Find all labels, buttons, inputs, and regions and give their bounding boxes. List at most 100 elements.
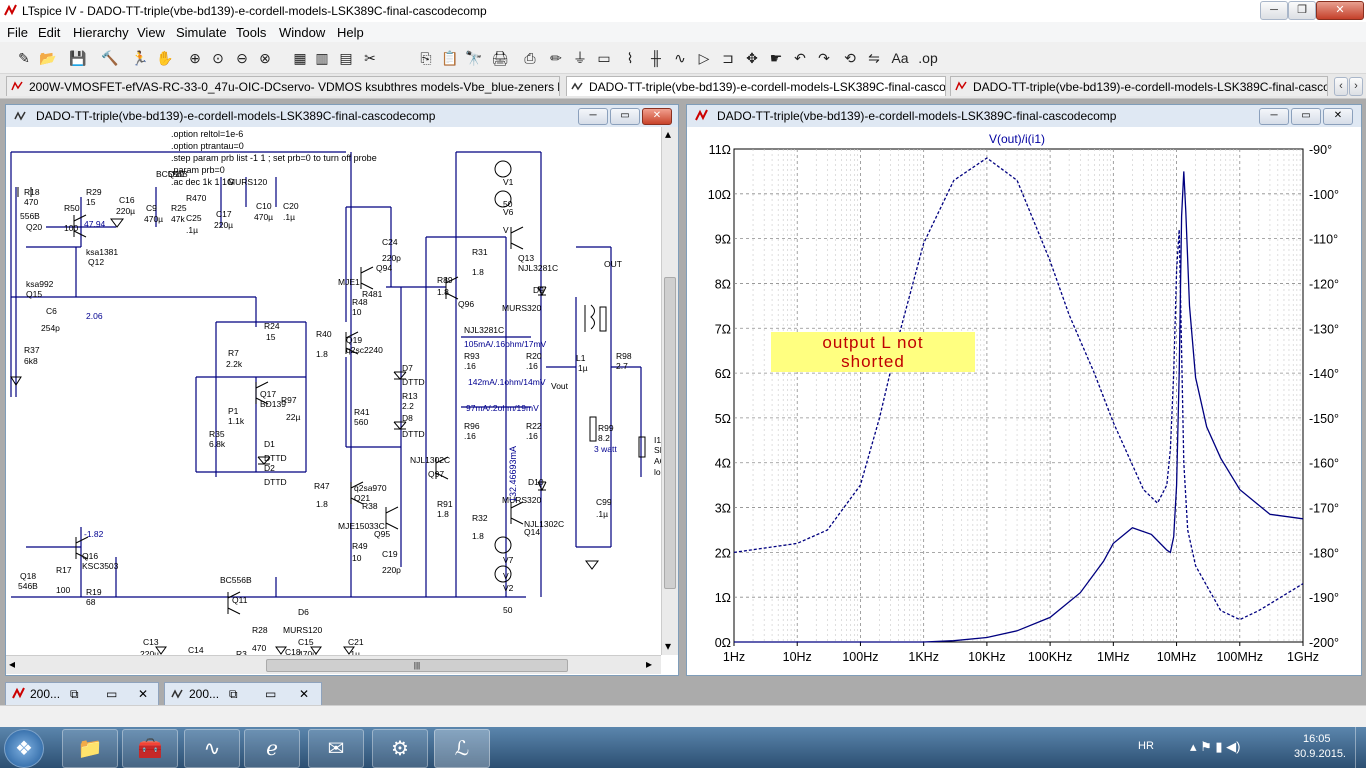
component-label[interactable]: 470µ <box>144 214 163 224</box>
component-label[interactable]: R98 <box>616 351 632 361</box>
component-label[interactable]: 15 <box>266 332 276 342</box>
component-label[interactable]: 15 <box>86 197 96 207</box>
tab-dado-schematic[interactable]: DADO-TT-triple(vbe-bd139)-e-cordell-mode… <box>566 76 946 96</box>
component-label[interactable]: R50 <box>64 203 80 213</box>
waveform-minimize-button[interactable]: ─ <box>1259 108 1289 125</box>
component-label[interactable]: P1 <box>228 406 239 416</box>
component-label[interactable]: Q10 <box>168 169 184 179</box>
open-icon[interactable]: 📂 <box>38 48 58 68</box>
mini-restore-button[interactable]: ⧉ <box>70 683 79 705</box>
component-label[interactable]: 220µ <box>116 206 135 216</box>
component-label[interactable]: 1.8 <box>316 349 328 359</box>
tab-200w-vmosfet[interactable]: 200W-VMOSFET-efVAS-RC-33-0_47u-OIC-DCser… <box>6 76 560 96</box>
explorer-icon[interactable]: 📁 <box>62 729 118 768</box>
schematic-minimize-button[interactable]: ─ <box>578 108 608 125</box>
component-label[interactable]: R99 <box>598 423 614 433</box>
component-label[interactable]: 10 <box>352 307 362 317</box>
component-label[interactable]: R28 <box>252 625 268 635</box>
component-label[interactable]: R7 <box>228 348 239 358</box>
component-label[interactable]: C9 <box>146 203 157 213</box>
component-label[interactable]: C25 <box>186 213 202 223</box>
component-label[interactable]: D1 <box>264 439 275 449</box>
component-label[interactable]: R38 <box>362 501 378 511</box>
component-label[interactable]: lo <box>654 467 661 477</box>
component-label[interactable]: C24 <box>382 237 398 247</box>
component-label[interactable]: C14 <box>188 645 204 655</box>
component-label[interactable]: 68 <box>86 597 96 607</box>
schematic-close-button[interactable]: ✕ <box>642 108 672 125</box>
component-label[interactable]: KSC3503 <box>82 561 119 571</box>
oscilloscope-icon[interactable]: ∿ <box>184 729 240 768</box>
component-label[interactable]: 1.8 <box>472 267 484 277</box>
component-label[interactable]: R89 <box>437 275 453 285</box>
wire-icon[interactable]: ✏ <box>546 48 566 68</box>
component-label[interactable]: 50 <box>503 605 513 615</box>
component-label[interactable]: D9 <box>533 285 544 295</box>
component-label[interactable]: Q19 <box>346 335 362 345</box>
hscroll-thumb[interactable]: ||| <box>266 659 568 672</box>
component-label[interactable]: BC556B <box>220 575 252 585</box>
component-label[interactable]: 546B <box>18 581 38 591</box>
component-label[interactable]: C15 <box>298 637 314 647</box>
component-label[interactable]: C6 <box>46 306 57 316</box>
schematic-vscrollbar[interactable]: ▴ ▾ <box>661 127 678 655</box>
run-icon[interactable]: 🏃 <box>130 48 150 68</box>
redo-icon[interactable]: ↷ <box>814 48 834 68</box>
component-label[interactable]: q2sc2240 <box>346 345 383 355</box>
component-label[interactable]: Vout <box>551 381 569 391</box>
tab-dado-waveform[interactable]: DADO-TT-triple(vbe-bd139)-e-cordell-mode… <box>950 76 1328 96</box>
outlook-icon[interactable]: ✉ <box>308 729 364 768</box>
mini-restore-button[interactable]: ⧉ <box>229 683 238 705</box>
component-label[interactable]: NJL1302C <box>524 519 564 529</box>
component-label[interactable]: 100 <box>56 585 70 595</box>
component-label[interactable]: R91 <box>437 499 453 509</box>
component-label[interactable]: DTTD <box>402 429 425 439</box>
resistor-icon[interactable]: ⌇ <box>620 48 640 68</box>
minimized-window-2[interactable]: 200... ⧉ ▭ ✕ <box>164 682 322 706</box>
component-label[interactable]: 1.8 <box>316 499 328 509</box>
component-label[interactable]: Q16 <box>82 551 98 561</box>
toggle-grid-icon[interactable]: ▦ <box>290 48 310 68</box>
component-label[interactable]: Q15 <box>26 289 42 299</box>
component-label[interactable]: 220µ <box>214 220 233 230</box>
waveform-maximize-button[interactable]: ▭ <box>1291 108 1321 125</box>
paste-icon[interactable]: 📋 <box>440 48 460 68</box>
component-label[interactable]: AC <box>654 456 661 466</box>
tray-icons[interactable]: ▴ ⚑ ▮ ◀) <box>1190 739 1241 755</box>
component-label[interactable]: 1.8 <box>437 509 449 519</box>
menu-window[interactable]: Window <box>279 25 325 40</box>
component-label[interactable]: R20 <box>526 351 542 361</box>
component-label[interactable]: 2.7 <box>616 361 628 371</box>
print-setup-icon[interactable]: ⎙ <box>520 48 540 68</box>
component-label[interactable]: NJL1302C <box>410 455 450 465</box>
component-label[interactable]: .16 <box>526 361 538 371</box>
component-label[interactable]: C21 <box>348 637 364 647</box>
component-label[interactable]: 1.1k <box>228 416 245 426</box>
find-icon[interactable]: 🔭 <box>464 48 484 68</box>
close-button[interactable]: ✕ <box>1316 1 1364 20</box>
component-label[interactable]: Q94 <box>376 263 392 273</box>
component-label[interactable]: C20 <box>283 201 299 211</box>
component-label[interactable]: R37 <box>24 345 40 355</box>
ie-icon[interactable]: ℯ <box>244 729 300 768</box>
schematic-window[interactable]: DADO-TT-triple(vbe-bd139)-e-cordell-mode… <box>5 104 679 676</box>
tile-vertical-icon[interactable]: ▥ <box>312 48 332 68</box>
menu-hierarchy[interactable]: Hierarchy <box>73 25 129 40</box>
save-icon[interactable]: 💾 <box>68 48 88 68</box>
component-label[interactable]: 8.2 <box>598 433 610 443</box>
component-label[interactable]: 6.8k <box>209 439 226 449</box>
mirror-icon[interactable]: ⇋ <box>864 48 884 68</box>
new-schematic-icon[interactable]: ✎ <box>14 48 34 68</box>
spice-directive-icon[interactable]: .op <box>918 48 938 68</box>
clock-time[interactable]: 16:05 <box>1303 733 1331 745</box>
component-label[interactable]: R97 <box>281 395 297 405</box>
component-label[interactable]: 10 <box>352 553 362 563</box>
component-label[interactable]: R18 <box>24 187 40 197</box>
menu-file[interactable]: File <box>7 25 28 40</box>
minimize-button[interactable]: ─ <box>1260 1 1288 20</box>
component-label[interactable]: .1µ <box>283 212 295 222</box>
scroll-up-arrow[interactable]: ▴ <box>665 127 671 141</box>
component-label[interactable]: 22µ <box>286 412 300 422</box>
component-label[interactable]: D8 <box>402 413 413 423</box>
capacitor-icon[interactable]: ╫ <box>646 48 666 68</box>
